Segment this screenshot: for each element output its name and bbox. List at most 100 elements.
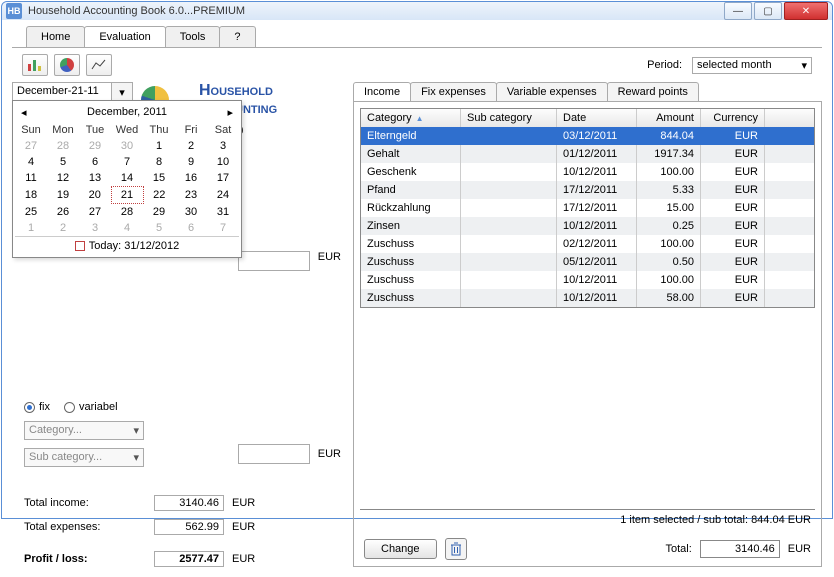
calendar-day[interactable]: 12	[47, 170, 79, 187]
calendar-day[interactable]: 9	[175, 154, 207, 170]
calendar-day[interactable]: 4	[111, 220, 143, 236]
cell-date: 02/12/2011	[557, 235, 637, 253]
calendar-day[interactable]: 15	[143, 170, 175, 187]
calendar-day[interactable]: 3	[207, 138, 239, 154]
table-row[interactable]: Zuschuss10/12/201158.00EUR	[361, 289, 814, 307]
calendar-day[interactable]: 27	[15, 138, 47, 154]
calendar-day[interactable]: 14	[111, 170, 143, 187]
calendar-today-row[interactable]: Today: 31/12/2012	[15, 236, 239, 255]
calendar-day[interactable]: 21	[111, 187, 143, 204]
calendar-day[interactable]: 7	[207, 220, 239, 236]
calendar-day[interactable]: 13	[79, 170, 111, 187]
calendar-day[interactable]: 1	[143, 138, 175, 154]
calendar-day[interactable]: 6	[79, 154, 111, 170]
main-tab-home[interactable]: Home	[26, 26, 85, 47]
calendar-day[interactable]: 20	[79, 187, 111, 204]
period-select[interactable]: selected month ▾	[692, 57, 812, 74]
calendar-day[interactable]: 29	[79, 138, 111, 154]
titlebar: HB Household Accounting Book 6.0...PREMI…	[2, 2, 832, 20]
currency-label: EUR	[788, 543, 811, 555]
cell-date: 10/12/2011	[557, 289, 637, 307]
col-currency[interactable]: Currency	[701, 109, 765, 127]
bar-chart-icon[interactable]	[22, 54, 48, 76]
minimize-button[interactable]: ―	[724, 2, 752, 20]
calendar-day[interactable]: 30	[111, 138, 143, 154]
calendar-day[interactable]: 29	[143, 204, 175, 221]
calendar-day[interactable]: 28	[111, 204, 143, 221]
calendar-day[interactable]: 17	[207, 170, 239, 187]
calendar-day[interactable]: 3	[79, 220, 111, 236]
calendar-day[interactable]: 2	[175, 138, 207, 154]
cell-amount: 100.00	[637, 163, 701, 181]
calendar-popup: ◂ December, 2011 ▸ SunMonTueWedThuFriSat…	[12, 100, 242, 258]
calendar-day[interactable]: 10	[207, 154, 239, 170]
table-row[interactable]: Geschenk10/12/2011100.00EUR	[361, 163, 814, 181]
calendar-day[interactable]: 22	[143, 187, 175, 204]
calendar-day[interactable]: 19	[47, 187, 79, 204]
maximize-button[interactable]: ▢	[754, 2, 782, 20]
calendar-day[interactable]: 16	[175, 170, 207, 187]
pie-chart-icon[interactable]	[54, 54, 80, 76]
cell-subcategory	[461, 253, 557, 271]
calendar-day[interactable]: 5	[47, 154, 79, 170]
calendar-day[interactable]: 7	[111, 154, 143, 170]
cell-currency: EUR	[701, 163, 765, 181]
cell-category: Rückzahlung	[361, 199, 461, 217]
main-tab-q[interactable]: ?	[219, 26, 255, 47]
calendar-prev-button[interactable]: ◂	[21, 106, 27, 119]
data-tab-income[interactable]: Income	[353, 82, 411, 101]
cell-subcategory	[461, 235, 557, 253]
calendar-next-button[interactable]: ▸	[227, 106, 233, 119]
table-row[interactable]: Gehalt01/12/20111917.34EUR	[361, 145, 814, 163]
calendar-day[interactable]: 31	[207, 204, 239, 221]
calendar-day[interactable]: 24	[207, 187, 239, 204]
cell-date: 10/12/2011	[557, 163, 637, 181]
calendar-day[interactable]: 23	[175, 187, 207, 204]
table-row[interactable]: Zuschuss02/12/2011100.00EUR	[361, 235, 814, 253]
delete-button[interactable]	[445, 538, 467, 560]
table-row[interactable]: Rückzahlung17/12/201115.00EUR	[361, 199, 814, 217]
calendar-day[interactable]: 11	[15, 170, 47, 187]
data-tab-variable-expenses[interactable]: Variable expenses	[496, 82, 608, 101]
col-category[interactable]: Category▲	[361, 109, 461, 127]
calendar-day[interactable]: 5	[143, 220, 175, 236]
calendar-day[interactable]: 28	[47, 138, 79, 154]
data-tab-fix-expenses[interactable]: Fix expenses	[410, 82, 497, 101]
close-button[interactable]: ✕	[784, 2, 828, 20]
col-date[interactable]: Date	[557, 109, 637, 127]
col-amount[interactable]: Amount	[637, 109, 701, 127]
subcategory-combo[interactable]: Sub category...▾	[24, 448, 144, 467]
radio-fix[interactable]: fix	[24, 401, 50, 413]
calendar-button[interactable]: ▾	[111, 82, 133, 102]
table-row[interactable]: Zuschuss10/12/2011100.00EUR	[361, 271, 814, 289]
calendar-day[interactable]: 26	[47, 204, 79, 221]
table-row[interactable]: Elterngeld03/12/2011844.04EUR	[361, 127, 814, 145]
calendar-dow: Tue	[79, 122, 111, 138]
calendar-day[interactable]: 25	[15, 204, 47, 221]
cell-currency: EUR	[701, 199, 765, 217]
line-chart-icon[interactable]	[86, 54, 112, 76]
cell-currency: EUR	[701, 271, 765, 289]
calendar-day[interactable]: 27	[79, 204, 111, 221]
main-tab-tools[interactable]: Tools	[165, 26, 221, 47]
date-input[interactable]: December-21-11	[12, 82, 112, 102]
calendar-day[interactable]: 30	[175, 204, 207, 221]
cell-amount: 0.25	[637, 217, 701, 235]
main-tab-evaluation[interactable]: Evaluation	[84, 26, 165, 47]
table-row[interactable]: Zinsen10/12/20110.25EUR	[361, 217, 814, 235]
amount-input[interactable]	[238, 251, 310, 271]
change-button[interactable]: Change	[364, 539, 437, 559]
table-row[interactable]: Pfand17/12/20115.33EUR	[361, 181, 814, 199]
calendar-day[interactable]: 6	[175, 220, 207, 236]
category-combo[interactable]: Category...▾	[24, 421, 144, 440]
calendar-day[interactable]: 8	[143, 154, 175, 170]
radio-variabel[interactable]: variabel	[64, 401, 118, 413]
calendar-day[interactable]: 1	[15, 220, 47, 236]
calendar-day[interactable]: 18	[15, 187, 47, 204]
table-row[interactable]: Zuschuss05/12/20110.50EUR	[361, 253, 814, 271]
calendar-day[interactable]: 4	[15, 154, 47, 170]
amount-input-2[interactable]	[238, 444, 310, 464]
col-subcategory[interactable]: Sub category	[461, 109, 557, 127]
data-tab-reward-points[interactable]: Reward points	[607, 82, 699, 101]
calendar-day[interactable]: 2	[47, 220, 79, 236]
